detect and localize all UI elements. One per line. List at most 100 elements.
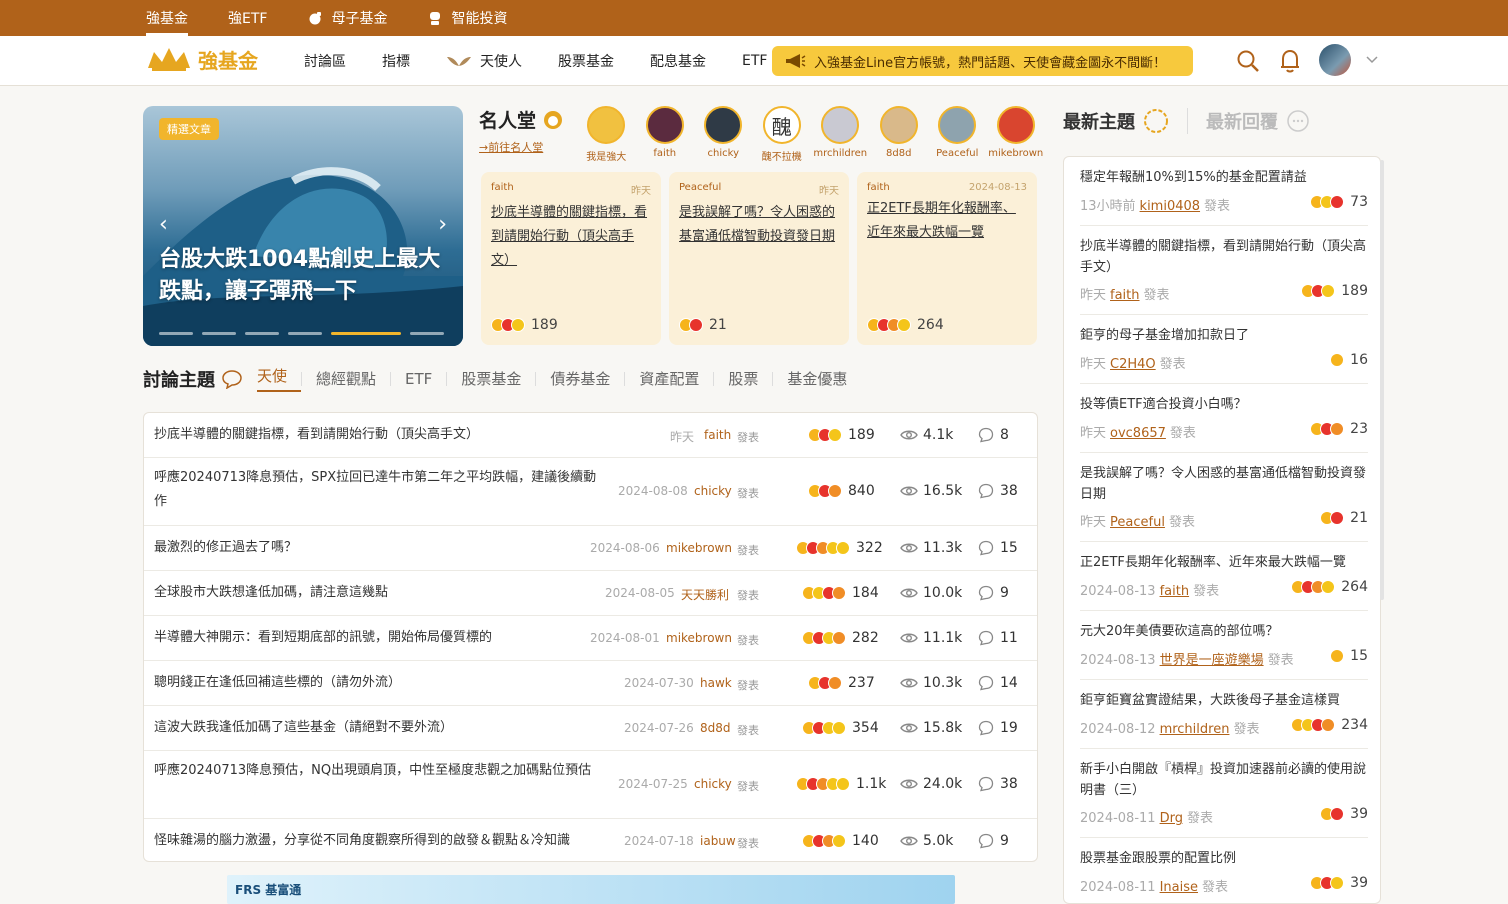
thread-reactions[interactable]: 1.1k	[796, 776, 886, 792]
thread-author[interactable]: chicky	[694, 484, 732, 498]
topic-title[interactable]: 穩定年報酬10%到15%的基金配置請益	[1080, 157, 1368, 188]
tab-macro[interactable]: 總經觀點	[301, 372, 390, 387]
thread-title[interactable]: 最激烈的修正過去了嗎？	[154, 536, 594, 560]
thread-author[interactable]: 8d8d	[700, 721, 731, 735]
topic-author[interactable]: C2H4O	[1110, 357, 1156, 372]
thread-author[interactable]: mikebrown	[666, 631, 732, 645]
tab-latest-replies[interactable]: 最新回覆	[1187, 108, 1310, 134]
hall-member[interactable]: Peaceful	[928, 106, 987, 163]
table-row[interactable]: 呼應20240713降息預估，SPX拉回已達牛市第二年之平均跌幅，建議後續動作 2…	[144, 458, 1037, 526]
table-row[interactable]: 抄底半導體的關鍵指標，看到請開始行動（頂尖高手文） 昨天 faith 發表 189 4.1…	[144, 413, 1037, 458]
carousel-dot[interactable]	[159, 332, 193, 335]
topic-author[interactable]: Inaise	[1160, 880, 1198, 895]
table-row[interactable]: 怪味雜湯的腦力激盪，分享從不同角度觀察所得到的啟發＆觀點＆冷知識 2024-07-…	[144, 819, 1037, 861]
scrollbar[interactable]	[1380, 160, 1384, 600]
list-item[interactable]: 正2ETF長期年化報酬率、近年來最大跌幅一覽 2024-08-13 faith 發表 2…	[1080, 542, 1368, 611]
table-row[interactable]: 聰明錢正在逢低回補這些標的（請勿外流） 2024-07-30 hawk 發表 237 10…	[144, 661, 1037, 706]
topic-reactions[interactable]: 23	[1310, 421, 1368, 437]
thread-reactions[interactable]: 140	[802, 833, 879, 849]
thread-reactions[interactable]: 282	[802, 630, 879, 646]
nav-item-stock-fund[interactable]: 股票基金	[558, 51, 614, 71]
promo-banner[interactable]: 入強基金Line官方帳號，熱門話題、天使會藏金圖永不間斷！	[772, 46, 1193, 76]
thread-author[interactable]: iabuw	[700, 834, 736, 848]
carousel-dot[interactable]	[288, 332, 322, 335]
list-item[interactable]: 鉅亨鉅寶盆實證結果，大跌後母子基金這樣買 2024-08-12 mrchildren…	[1080, 680, 1368, 749]
list-item[interactable]: 新手小白開啟『槓桿』投資加速器前必讀的使用說明書（三） 2024-08-11 Drg…	[1080, 749, 1368, 838]
topic-title[interactable]: 鉅亨的母子基金增加扣款日了	[1080, 315, 1368, 346]
nav-item-discuss[interactable]: 討論區	[304, 51, 346, 71]
carousel-dot[interactable]	[245, 332, 279, 335]
thread-title[interactable]: 聰明錢正在逢低回補這些標的（請勿外流）	[154, 671, 594, 695]
thread-reactions[interactable]: 237	[808, 675, 875, 691]
topic-author[interactable]: 世界是一座遊樂場	[1160, 653, 1264, 668]
tab-bond-fund[interactable]: 債券基金	[535, 372, 624, 387]
topic-author[interactable]: mrchildren	[1160, 722, 1230, 737]
thread-reactions[interactable]: 189	[808, 427, 875, 443]
hall-member[interactable]: faith	[636, 106, 695, 163]
topic-reactions[interactable]: 21	[1320, 510, 1368, 526]
table-row[interactable]: 這波大跌我逢低加碼了這些基金（請絕對不要外流） 2024-07-26 8d8d 發表 3…	[144, 706, 1037, 751]
thread-title[interactable]: 這波大跌我逢低加碼了這些基金（請絕對不要外流）	[154, 716, 594, 740]
table-row[interactable]: 呼應20240713降息預估，NQ出現頭肩頂，中性至極度悲觀之加碼點位預估 202…	[144, 751, 1037, 819]
card-title[interactable]: 正2ETF長期年化報酬率、近年來最大跌幅一覽	[867, 197, 1027, 245]
topic-author[interactable]: faith	[1160, 584, 1190, 599]
carousel-dot[interactable]	[410, 332, 444, 335]
search-icon[interactable]	[1236, 49, 1260, 73]
topic-reactions[interactable]: 189	[1301, 283, 1368, 299]
topbar-tab-2[interactable]: 母子基金	[307, 0, 387, 36]
card-title[interactable]: 抄底半導體的關鍵指標，看到請開始行動（頂尖高手文）	[491, 201, 651, 273]
thread-reactions[interactable]: 322	[796, 540, 883, 556]
topic-reactions[interactable]: 16	[1330, 352, 1368, 368]
hall-link[interactable]: →前往名人堂	[479, 139, 564, 155]
thread-title[interactable]: 抄底半導體的關鍵指標，看到請開始行動（頂尖高手文）	[154, 423, 594, 447]
thread-author[interactable]: chicky	[694, 777, 732, 791]
card-reactions[interactable]: 264	[867, 317, 944, 333]
card-author[interactable]: faith	[491, 182, 514, 197]
ad-banner[interactable]: FRS 基富通	[227, 875, 955, 904]
tab-stock[interactable]: 股票	[713, 372, 772, 387]
nav-item-angel[interactable]: 天使人	[446, 51, 522, 71]
hall-member[interactable]: 8d8d	[870, 106, 929, 163]
thread-title[interactable]: 半導體大神開示：看到短期底部的訊號，開始佈局優質標的	[154, 626, 594, 650]
list-item[interactable]: 投等債ETF適合投資小白嗎？ 昨天 ovc8657 發表 23	[1080, 384, 1368, 453]
topic-reactions[interactable]: 234	[1291, 717, 1368, 733]
list-item[interactable]: 穩定年報酬10%到15%的基金配置請益 13小時前 kimi0408 發表 73	[1080, 157, 1368, 226]
chevron-down-icon[interactable]	[1366, 56, 1378, 64]
tab-asset-allocation[interactable]: 資產配置	[624, 372, 713, 387]
topic-author[interactable]: faith	[1110, 288, 1140, 303]
topic-reactions[interactable]: 39	[1310, 875, 1368, 891]
thread-author[interactable]: hawk	[700, 676, 732, 690]
hero-carousel[interactable]: 精選文章 ‹ › 台股大跌1004點創史上最大跌點，讓子彈飛一下	[143, 106, 463, 346]
tab-etf[interactable]: ETF	[390, 372, 446, 387]
topic-title[interactable]: 鉅亨鉅寶盆實證結果，大跌後母子基金這樣買	[1080, 680, 1368, 711]
hall-member[interactable]: 我是強大	[577, 106, 636, 163]
hall-member[interactable]: mrchildren	[811, 106, 870, 163]
tab-latest-topics[interactable]: 最新主題	[1063, 108, 1169, 134]
thread-reactions[interactable]: 840	[808, 483, 875, 499]
site-logo[interactable]: 強基金	[146, 44, 258, 74]
card-author[interactable]: faith	[867, 182, 890, 193]
hall-member[interactable]: chicky	[694, 106, 753, 163]
topic-author[interactable]: Drg	[1160, 811, 1183, 826]
topic-title[interactable]: 股票基金跟股票的配置比例	[1080, 838, 1368, 869]
thread-author[interactable]: mikebrown	[666, 541, 732, 555]
topic-author[interactable]: ovc8657	[1110, 426, 1166, 441]
thread-reactions[interactable]: 354	[802, 720, 879, 736]
featured-card[interactable]: faith 2024-08-13 正2ETF長期年化報酬率、近年來最大跌幅一覽 2…	[857, 172, 1037, 345]
featured-card[interactable]: Peaceful 昨天 是我誤解了嗎？令人困惑的基富通低檔智動投資發日期 21	[669, 172, 849, 345]
topic-title[interactable]: 投等債ETF適合投資小白嗎？	[1080, 384, 1368, 415]
featured-card[interactable]: faith 昨天 抄底半導體的關鍵指標，看到請開始行動（頂尖高手文） 189	[481, 172, 661, 345]
topic-reactions[interactable]: 15	[1330, 648, 1368, 664]
card-title[interactable]: 是我誤解了嗎？令人困惑的基富通低檔智動投資發日期	[679, 201, 839, 249]
card-reactions[interactable]: 21	[679, 317, 727, 333]
thread-title[interactable]: 呼應20240713降息預估，SPX拉回已達牛市第二年之平均跌幅，建議後續動作	[154, 466, 599, 514]
chevron-right-icon[interactable]: ›	[438, 212, 447, 237]
topic-title[interactable]: 是我誤解了嗎？令人困惑的基富通低檔智動投資發日期	[1080, 453, 1368, 505]
topic-author[interactable]: kimi0408	[1140, 199, 1201, 214]
list-item[interactable]: 鉅亨的母子基金增加扣款日了 昨天 C2H4O 發表 16	[1080, 315, 1368, 384]
carousel-dot-active[interactable]	[331, 332, 401, 335]
topic-title[interactable]: 正2ETF長期年化報酬率、近年來最大跌幅一覽	[1080, 542, 1368, 573]
thread-title[interactable]: 怪味雜湯的腦力激盪，分享從不同角度觀察所得到的啟發＆觀點＆冷知識	[154, 829, 594, 853]
nav-item-etf[interactable]: ETF	[742, 53, 767, 69]
card-author[interactable]: Peaceful	[679, 182, 721, 197]
